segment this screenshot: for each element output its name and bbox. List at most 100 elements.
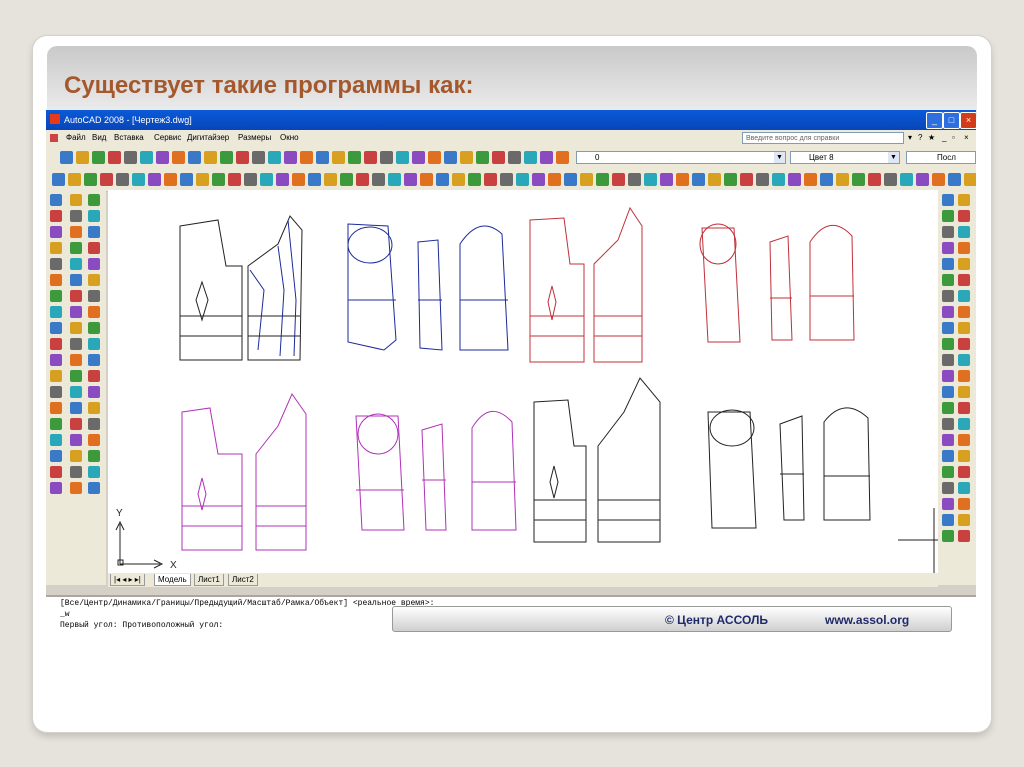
toolbar-tool-icon[interactable] [404, 173, 417, 186]
toolbar-tool-icon[interactable] [324, 173, 337, 186]
garment-tool-icon[interactable] [958, 530, 970, 542]
draw-tool-icon[interactable] [50, 274, 62, 286]
menu-view[interactable]: Вид [92, 133, 106, 142]
garment-tool-icon[interactable] [958, 514, 970, 526]
draw-tool-icon[interactable] [50, 258, 62, 270]
tab-sheet2[interactable]: Лист2 [228, 574, 258, 586]
draw-tool-icon[interactable] [50, 338, 62, 350]
garment-tool-icon[interactable] [942, 530, 954, 542]
toolbar-tool-icon[interactable] [508, 151, 521, 164]
toolbar-tool-icon[interactable] [300, 151, 313, 164]
favorites-star-icon[interactable]: ★ [928, 133, 935, 142]
menu-tools[interactable]: Сервис [154, 133, 181, 142]
draw-tool-icon[interactable] [70, 242, 82, 254]
toolbar-tool-icon[interactable] [252, 151, 265, 164]
draw-tool-icon[interactable] [50, 418, 62, 430]
toolbar-tool-icon[interactable] [364, 151, 377, 164]
toolbar-tool-icon[interactable] [660, 173, 673, 186]
toolbar-tool-icon[interactable] [476, 151, 489, 164]
maximize-button[interactable]: □ [943, 112, 960, 129]
drawing-area[interactable]: Y X [108, 190, 938, 573]
draw-tool-icon[interactable] [88, 370, 100, 382]
garment-tool-icon[interactable] [942, 514, 954, 526]
garment-tool-icon[interactable] [942, 402, 954, 414]
toolbar-tool-icon[interactable] [124, 151, 137, 164]
toolbar-tool-icon[interactable] [372, 173, 385, 186]
draw-tool-icon[interactable] [88, 338, 100, 350]
window-titlebar[interactable]: AutoCAD 2008 - [Чертеж3.dwg] _ □ × [46, 110, 976, 130]
garment-tool-icon[interactable] [942, 370, 954, 382]
toolbar-tool-icon[interactable] [612, 173, 625, 186]
draw-tool-icon[interactable] [70, 258, 82, 270]
draw-tool-icon[interactable] [70, 226, 82, 238]
draw-tool-icon[interactable] [70, 386, 82, 398]
garment-tool-icon[interactable] [958, 242, 970, 254]
toolbar-tool-icon[interactable] [676, 173, 689, 186]
menu-window[interactable]: Окно [280, 133, 299, 142]
garment-tool-icon[interactable] [958, 402, 970, 414]
toolbar-tool-icon[interactable] [380, 151, 393, 164]
draw-tool-icon[interactable] [70, 290, 82, 302]
toolbar-tool-icon[interactable] [708, 173, 721, 186]
toolbar-tool-icon[interactable] [756, 173, 769, 186]
draw-tool-icon[interactable] [88, 450, 100, 462]
garment-tool-icon[interactable] [958, 210, 970, 222]
garment-tool-icon[interactable] [958, 386, 970, 398]
doc-restore-button[interactable]: ▫ [952, 133, 955, 142]
garment-tool-icon[interactable] [958, 498, 970, 510]
draw-tool-icon[interactable] [50, 226, 62, 238]
toolbar-tool-icon[interactable] [932, 173, 945, 186]
draw-tool-icon[interactable] [88, 386, 100, 398]
draw-tool-icon[interactable] [70, 306, 82, 318]
garment-tool-icon[interactable] [942, 274, 954, 286]
toolbar-tool-icon[interactable] [532, 173, 545, 186]
toolbar-tool-icon[interactable] [468, 173, 481, 186]
draw-tool-icon[interactable] [88, 210, 100, 222]
garment-tool-icon[interactable] [942, 210, 954, 222]
garment-tool-icon[interactable] [958, 194, 970, 206]
toolbar-tool-icon[interactable] [92, 151, 105, 164]
draw-tool-icon[interactable] [70, 322, 82, 334]
menu-digitizer[interactable]: Дигитайзер [187, 133, 229, 142]
garment-tool-icon[interactable] [942, 498, 954, 510]
toolbar-tool-icon[interactable] [836, 173, 849, 186]
toolbar-tool-icon[interactable] [388, 173, 401, 186]
toolbar-tool-icon[interactable] [116, 173, 129, 186]
menu-dimensions[interactable]: Размеры [238, 133, 271, 142]
garment-tool-icon[interactable] [942, 450, 954, 462]
linetype-dropdown[interactable]: Посл [906, 151, 976, 164]
draw-tool-icon[interactable] [70, 274, 82, 286]
toolbar-tool-icon[interactable] [332, 151, 345, 164]
draw-tool-icon[interactable] [88, 402, 100, 414]
garment-tool-icon[interactable] [942, 242, 954, 254]
toolbar-tool-icon[interactable] [500, 173, 513, 186]
toolbar-tool-icon[interactable] [948, 173, 961, 186]
toolbar-tool-icon[interactable] [548, 173, 561, 186]
toolbar-tool-icon[interactable] [76, 151, 89, 164]
draw-tool-icon[interactable] [70, 354, 82, 366]
toolbar-tool-icon[interactable] [188, 151, 201, 164]
garment-tool-icon[interactable] [942, 306, 954, 318]
toolbar-tool-icon[interactable] [772, 173, 785, 186]
toolbar-tool-icon[interactable] [60, 151, 73, 164]
toolbar-tool-icon[interactable] [276, 173, 289, 186]
garment-tool-icon[interactable] [958, 450, 970, 462]
garment-tool-icon[interactable] [958, 354, 970, 366]
toolbar-tool-icon[interactable] [428, 151, 441, 164]
draw-tool-icon[interactable] [50, 322, 62, 334]
toolbar-tool-icon[interactable] [268, 151, 281, 164]
help-question-icon[interactable]: ? [918, 133, 922, 142]
draw-tool-icon[interactable] [88, 354, 100, 366]
draw-tool-icon[interactable] [50, 306, 62, 318]
layer-dropdown[interactable]: 0 ▼ [576, 151, 786, 164]
garment-tool-icon[interactable] [958, 466, 970, 478]
garment-tool-icon[interactable] [942, 434, 954, 446]
toolbar-tool-icon[interactable] [100, 173, 113, 186]
toolbar-tool-icon[interactable] [820, 173, 833, 186]
toolbar-tool-icon[interactable] [140, 151, 153, 164]
garment-tool-icon[interactable] [942, 290, 954, 302]
garment-tool-icon[interactable] [958, 370, 970, 382]
draw-tool-icon[interactable] [50, 466, 62, 478]
toolbar-tool-icon[interactable] [204, 151, 217, 164]
draw-tool-icon[interactable] [88, 226, 100, 238]
